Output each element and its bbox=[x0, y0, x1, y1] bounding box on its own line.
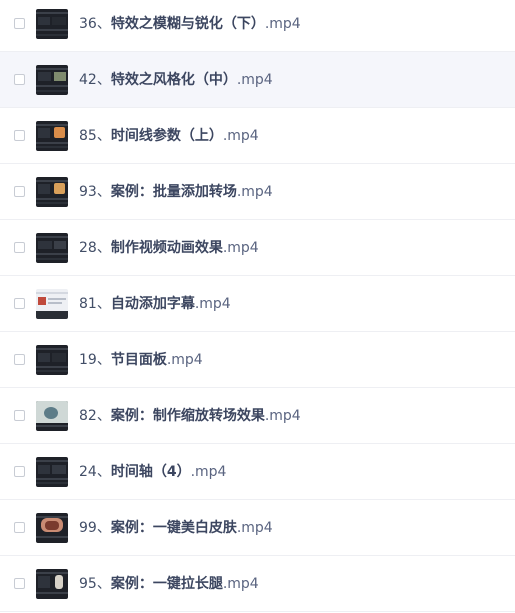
file-name[interactable]: 82、案例：制作缩放转场效果.mp4 bbox=[79, 406, 301, 426]
file-row[interactable]: 93、案例：批量添加转场.mp4 bbox=[0, 164, 515, 220]
file-name[interactable]: 28、制作视频动画效果.mp4 bbox=[79, 238, 259, 258]
file-row[interactable]: 95、案例：一键拉长腿.mp4 bbox=[0, 556, 515, 612]
video-thumbnail bbox=[36, 8, 68, 39]
file-list: 36、特效之模糊与锐化（下）.mp4 42、特效之风格化（中）.mp4 85、时… bbox=[0, 0, 515, 613]
file-name[interactable]: 99、案例：一键美白皮肤.mp4 bbox=[79, 518, 273, 538]
video-thumbnail bbox=[36, 568, 68, 599]
file-row-selected[interactable]: 42、特效之风格化（中）.mp4 bbox=[0, 52, 515, 108]
video-thumbnail bbox=[36, 400, 68, 431]
file-name[interactable]: 36、特效之模糊与锐化（下）.mp4 bbox=[79, 14, 301, 34]
file-name[interactable]: 24、时间轴（4）.mp4 bbox=[79, 462, 226, 482]
row-checkbox[interactable] bbox=[14, 298, 25, 309]
row-checkbox[interactable] bbox=[14, 466, 25, 477]
file-name[interactable]: 81、自动添加字幕.mp4 bbox=[79, 294, 231, 314]
file-row[interactable]: 24、时间轴（4）.mp4 bbox=[0, 444, 515, 500]
file-row[interactable]: 81、自动添加字幕.mp4 bbox=[0, 276, 515, 332]
row-checkbox[interactable] bbox=[14, 186, 25, 197]
video-thumbnail bbox=[36, 64, 68, 95]
video-thumbnail bbox=[36, 232, 68, 263]
row-checkbox[interactable] bbox=[14, 354, 25, 365]
video-thumbnail bbox=[36, 344, 68, 375]
file-name[interactable]: 42、特效之风格化（中）.mp4 bbox=[79, 70, 273, 90]
row-checkbox[interactable] bbox=[14, 410, 25, 421]
video-thumbnail bbox=[36, 512, 68, 543]
row-checkbox[interactable] bbox=[14, 522, 25, 533]
row-checkbox[interactable] bbox=[14, 578, 25, 589]
file-name[interactable]: 85、时间线参数（上）.mp4 bbox=[79, 126, 259, 146]
file-name[interactable]: 19、节目面板.mp4 bbox=[79, 350, 203, 370]
row-checkbox[interactable] bbox=[14, 74, 25, 85]
file-row[interactable]: 99、案例：一键美白皮肤.mp4 bbox=[0, 500, 515, 556]
file-row[interactable]: 82、案例：制作缩放转场效果.mp4 bbox=[0, 388, 515, 444]
row-checkbox[interactable] bbox=[14, 18, 25, 29]
video-thumbnail bbox=[36, 456, 68, 487]
file-row[interactable]: 36、特效之模糊与锐化（下）.mp4 bbox=[0, 0, 515, 52]
row-checkbox[interactable] bbox=[14, 130, 25, 141]
file-name[interactable]: 95、案例：一键拉长腿.mp4 bbox=[79, 574, 259, 594]
video-thumbnail bbox=[36, 176, 68, 207]
video-thumbnail bbox=[36, 120, 68, 151]
file-row[interactable]: 85、时间线参数（上）.mp4 bbox=[0, 108, 515, 164]
file-row[interactable]: 19、节目面板.mp4 bbox=[0, 332, 515, 388]
row-checkbox[interactable] bbox=[14, 242, 25, 253]
video-thumbnail bbox=[36, 288, 68, 319]
file-name[interactable]: 93、案例：批量添加转场.mp4 bbox=[79, 182, 273, 202]
file-row[interactable]: 28、制作视频动画效果.mp4 bbox=[0, 220, 515, 276]
